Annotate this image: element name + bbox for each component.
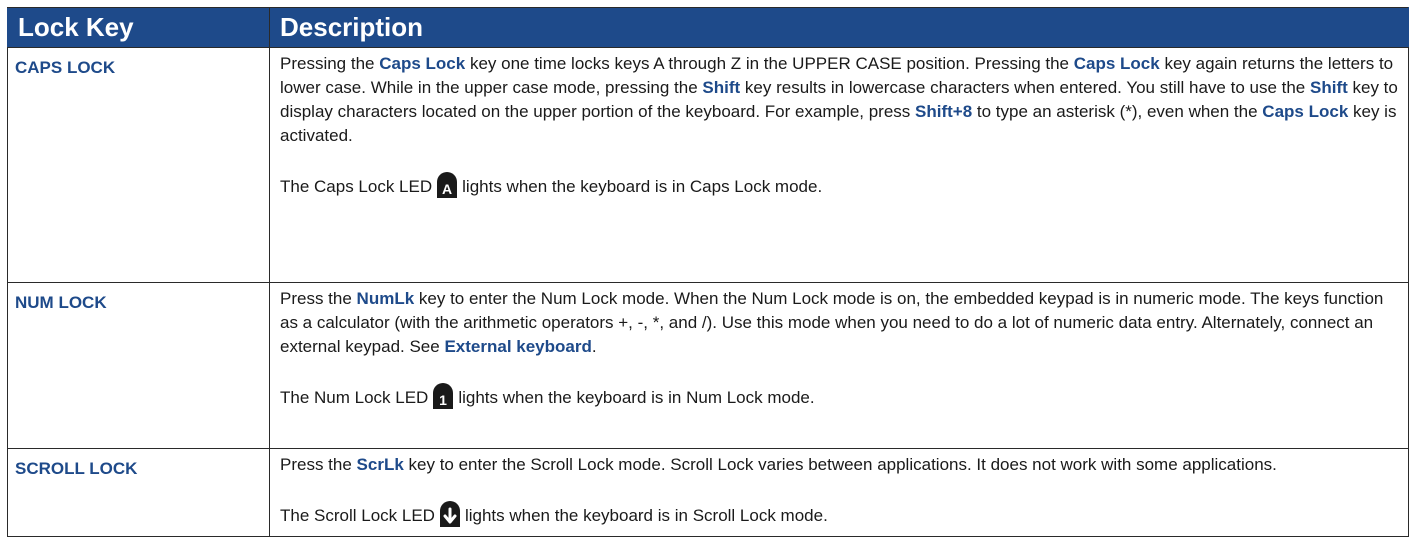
key-term: Caps Lock — [1262, 102, 1349, 121]
lock-key-description: Press the ScrLk key to enter the Scroll … — [269, 448, 1409, 537]
led-note: The Scroll Lock LED lights when the keybo… — [280, 501, 1398, 534]
description-paragraph: Press the ScrLk key to enter the Scroll … — [280, 453, 1398, 477]
svg-text:1: 1 — [439, 392, 447, 408]
key-term: NumLk — [356, 289, 415, 308]
num-lock-led-icon: 1 — [431, 383, 455, 416]
description-paragraph: Press the NumLk key to enter the Num Loc… — [280, 287, 1398, 359]
key-term: Shift — [702, 78, 741, 97]
description-paragraph: Pressing the Caps Lock key one time lock… — [280, 52, 1398, 148]
table-row-caps-lock: CAPS LOCK Pressing the Caps Lock key one… — [7, 47, 1409, 283]
led-note: The Num Lock LED 1 lights when the keyboar… — [280, 383, 1398, 416]
lock-key-name: SCROLL LOCK — [7, 448, 270, 537]
table-header-row: Lock Key Description — [7, 7, 1409, 48]
led-note-text: The Caps Lock LED — [280, 177, 433, 196]
scroll-lock-led-icon — [438, 501, 462, 534]
desc-text: Pressing the — [280, 54, 380, 73]
header-description: Description — [269, 7, 1409, 48]
desc-text: Press the — [280, 289, 357, 308]
led-note-text: lights when the keyboard is in Scroll Lo… — [464, 506, 828, 525]
desc-text: Press the — [280, 455, 357, 474]
desc-text: key results in lowercase characters when… — [740, 78, 1310, 97]
desc-text: key to enter the Scroll Lock mode. Scrol… — [403, 455, 1277, 474]
lock-key-name: NUM LOCK — [7, 282, 270, 449]
desc-text: . — [591, 337, 597, 356]
led-note: The Caps Lock LED Alights when the keyboa… — [280, 172, 1398, 205]
desc-text: to type an asterisk (*), even when the — [972, 102, 1263, 121]
lock-key-description: Pressing the Caps Lock key one time lock… — [269, 47, 1409, 283]
external-keyboard-link[interactable]: External keyboard — [444, 337, 591, 356]
key-term: Shift — [1310, 78, 1348, 97]
key-term: Shift+8 — [915, 102, 973, 121]
led-note-text: The Num Lock LED — [280, 388, 429, 407]
key-term: ScrLk — [356, 455, 404, 474]
lock-key-name: CAPS LOCK — [7, 47, 270, 283]
led-note-text: lights when the keyboard is in Caps Lock… — [462, 177, 823, 196]
lock-key-description: Press the NumLk key to enter the Num Loc… — [269, 282, 1409, 449]
header-lock-key: Lock Key — [7, 7, 270, 48]
table-row-scroll-lock: SCROLL LOCK Press the ScrLk key to enter… — [7, 448, 1409, 537]
svg-text:A: A — [442, 181, 452, 197]
led-note-text: lights when the keyboard is in Num Lock … — [458, 388, 815, 407]
led-note-text: The Scroll Lock LED — [280, 506, 435, 525]
desc-text: key one time locks keys A through Z in t… — [465, 54, 1074, 73]
lock-key-table: Lock Key Description CAPS LOCK Pressing … — [7, 7, 1409, 537]
table-row-num-lock: NUM LOCK Press the NumLk key to enter th… — [7, 282, 1409, 449]
key-term: Caps Lock — [1073, 54, 1160, 73]
key-term: Caps Lock — [379, 54, 466, 73]
caps-lock-led-icon: A — [435, 172, 459, 205]
